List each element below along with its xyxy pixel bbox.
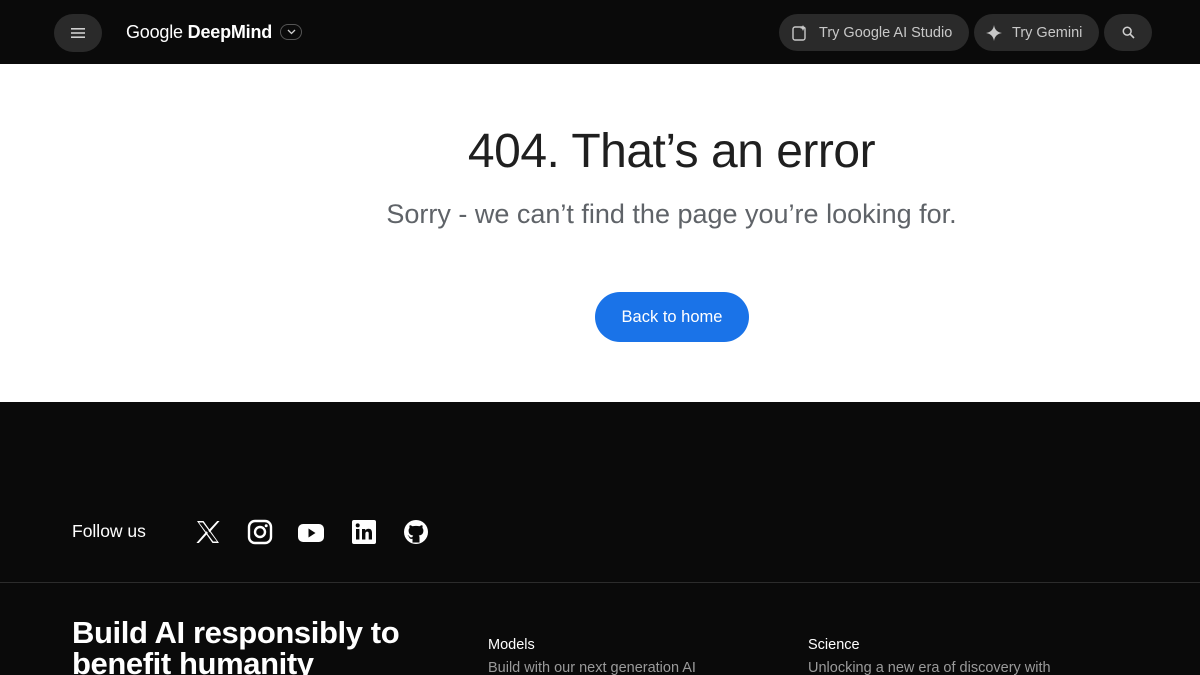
- top-nav: Google DeepMind Try Google AI Studio Try…: [0, 0, 1200, 64]
- search-button[interactable]: [1104, 14, 1152, 51]
- footer: Follow us Build AI responsibly to benefi…: [0, 402, 1200, 675]
- brand-name: DeepMind: [187, 21, 273, 42]
- footer-divider: [0, 582, 1200, 583]
- x-logo-graphic: [196, 521, 220, 543]
- github-icon[interactable]: [402, 518, 430, 546]
- try-ai-studio-button[interactable]: Try Google AI Studio: [779, 14, 969, 51]
- brand-logo: Google DeepMind: [126, 22, 272, 43]
- linkedin-icon[interactable]: [350, 518, 378, 546]
- x-icon[interactable]: [194, 518, 222, 546]
- footer-tagline: Build AI responsibly to benefit humanity: [72, 615, 400, 675]
- github-logo-graphic: [404, 520, 428, 544]
- footer-link-models[interactable]: Models: [488, 637, 696, 653]
- try-ai-studio-label: Try Google AI Studio: [819, 24, 953, 41]
- follow-us-label: Follow us: [72, 521, 146, 541]
- footer-link-science[interactable]: Science: [808, 637, 1051, 653]
- instagram-icon[interactable]: [246, 518, 274, 546]
- brand-logo-link[interactable]: Google DeepMind: [126, 20, 303, 44]
- youtube-icon[interactable]: [297, 518, 325, 546]
- footer-models-description: Build with our next generation AI: [488, 660, 696, 675]
- chevron-down-icon: [287, 29, 296, 35]
- brand-dropdown-button[interactable]: [280, 24, 303, 40]
- linkedin-logo-graphic: [352, 520, 376, 544]
- search-icon: [1122, 26, 1135, 39]
- ai-studio-icon: [792, 24, 807, 41]
- sparkle-icon: [986, 24, 1002, 41]
- menu-button[interactable]: [54, 14, 102, 52]
- youtube-logo-graphic: [298, 524, 324, 542]
- try-gemini-button[interactable]: Try Gemini: [974, 14, 1099, 51]
- instagram-logo-graphic: [247, 519, 273, 545]
- footer-column-science: Science Unlocking a new era of discovery…: [808, 637, 1051, 675]
- footer-column-models: Models Build with our next generation AI: [488, 637, 696, 675]
- brand-prefix: Google: [126, 21, 183, 42]
- error-section: 404. That’s an error Sorry - we can’t fi…: [0, 64, 1200, 402]
- error-title: 404. That’s an error: [467, 125, 876, 178]
- hamburger-menu-icon: [71, 28, 85, 38]
- back-to-home-button[interactable]: Back to home: [595, 292, 749, 342]
- error-subtitle: Sorry - we can’t find the page you’re lo…: [386, 199, 957, 229]
- try-gemini-label: Try Gemini: [1012, 24, 1083, 41]
- footer-science-description: Unlocking a new era of discovery with: [808, 660, 1051, 675]
